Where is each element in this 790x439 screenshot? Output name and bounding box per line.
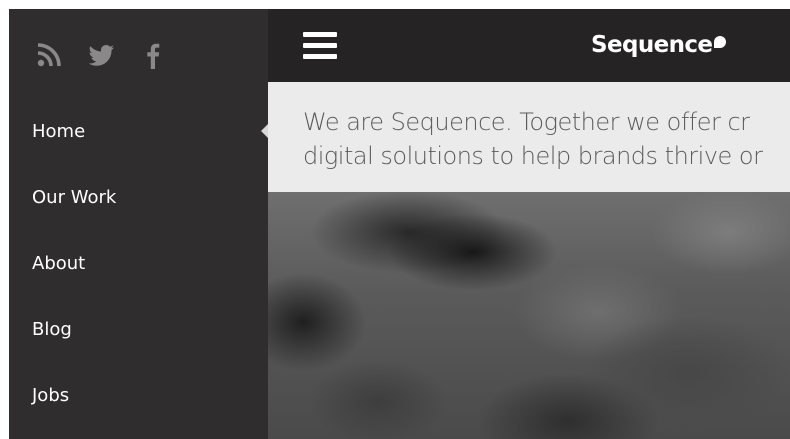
twitter-icon[interactable] bbox=[86, 40, 116, 70]
top-bar: Sequence bbox=[268, 9, 790, 82]
app-window: Home Our Work About Blog Jobs Sequence W… bbox=[9, 9, 790, 439]
social-links bbox=[34, 39, 168, 71]
hero-image-clouds bbox=[268, 192, 790, 439]
main-nav: Home Our Work About Blog Jobs bbox=[9, 98, 268, 428]
nav-item-our-work[interactable]: Our Work bbox=[9, 164, 268, 230]
nav-item-jobs[interactable]: Jobs bbox=[9, 362, 268, 428]
logo[interactable]: Sequence bbox=[591, 32, 727, 58]
logo-mark bbox=[714, 36, 727, 48]
nav-item-home[interactable]: Home bbox=[9, 98, 268, 164]
nav-item-blog[interactable]: Blog bbox=[9, 296, 268, 362]
nav-item-label: Blog bbox=[32, 318, 72, 340]
rss-icon[interactable] bbox=[34, 40, 64, 70]
hamburger-line bbox=[303, 54, 337, 59]
nav-item-about[interactable]: About bbox=[9, 230, 268, 296]
sidebar: Home Our Work About Blog Jobs bbox=[9, 9, 268, 439]
hamburger-line bbox=[303, 43, 337, 48]
intro-banner: We are Sequence. Together we offer cr di… bbox=[268, 82, 790, 192]
nav-item-label: Jobs bbox=[32, 384, 70, 406]
nav-item-label: Home bbox=[32, 120, 86, 142]
main-content: Sequence We are Sequence. Together we of… bbox=[268, 9, 790, 439]
logo-text: Sequence bbox=[591, 32, 713, 58]
hamburger-icon[interactable] bbox=[303, 31, 337, 61]
nav-item-label: About bbox=[32, 252, 86, 274]
facebook-icon[interactable] bbox=[138, 40, 168, 70]
hamburger-line bbox=[303, 32, 337, 37]
intro-text: We are Sequence. Together we offer cr di… bbox=[303, 108, 763, 170]
nav-item-label: Our Work bbox=[32, 186, 117, 208]
